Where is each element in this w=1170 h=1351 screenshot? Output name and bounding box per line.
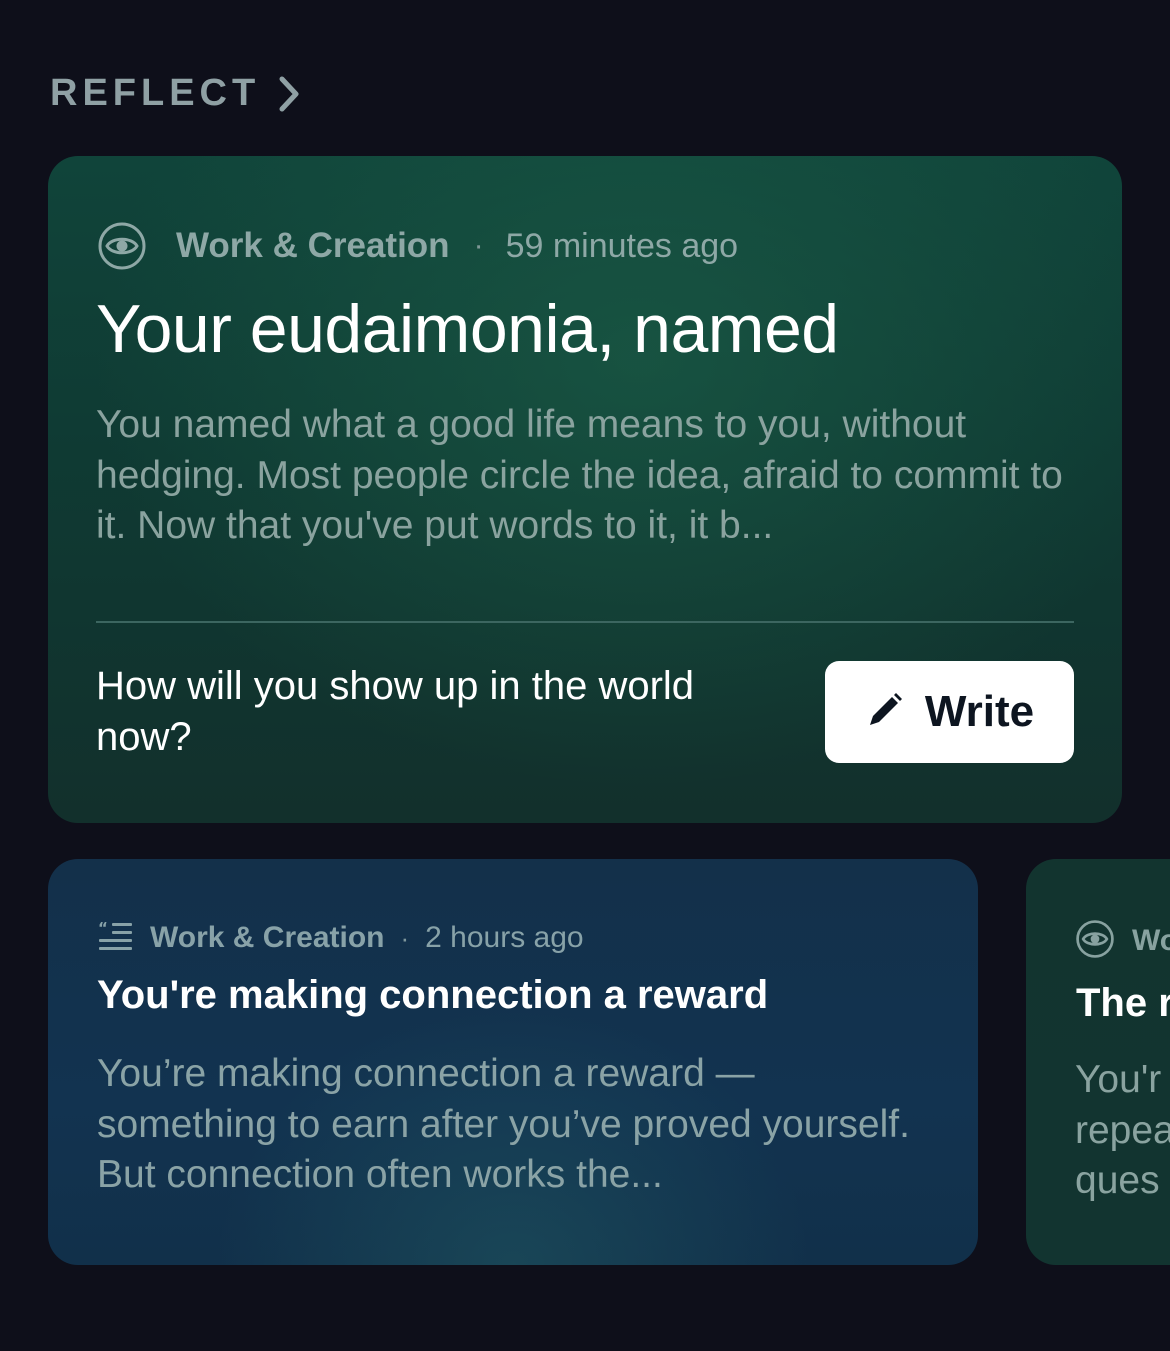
- featured-body: You named what a good life means to you,…: [96, 403, 1063, 547]
- card-timestamp: 2 hours ago: [425, 921, 584, 954]
- card-body: You’re making connection a reward — some…: [97, 1052, 910, 1196]
- card-title: The r: [1076, 981, 1170, 1025]
- card-meta: “ Work & Creation · 2 hours ago: [98, 917, 584, 959]
- reflect-page: REFLECT Work & Creation · 59 minutes ago…: [0, 0, 1170, 1351]
- featured-title: Your eudaimonia, named: [96, 291, 839, 367]
- card-title: You're making connection a reward: [97, 973, 769, 1017]
- meta-separator: ·: [400, 922, 410, 953]
- meta-separator: ·: [473, 229, 484, 262]
- featured-meta: Work & Creation · 59 minutes ago: [98, 222, 738, 270]
- featured-category: Work & Creation: [176, 226, 450, 265]
- section-title: REFLECT: [50, 72, 261, 114]
- chevron-right-icon: [278, 76, 300, 112]
- card-meta: Wo: [1076, 919, 1170, 963]
- eye-icon: [98, 222, 146, 270]
- write-button[interactable]: Write: [825, 661, 1074, 763]
- card-body: You'r repea ques: [1075, 1058, 1170, 1202]
- reflection-card[interactable]: Wo The r You'r repea ques: [1026, 859, 1170, 1265]
- card-category: Wo: [1132, 924, 1170, 957]
- svg-text:“: “: [98, 920, 108, 937]
- reflection-card[interactable]: “ Work & Creation · 2 hours ago You're m…: [48, 859, 978, 1265]
- reflection-prompt: How will you show up in the world now?: [96, 664, 695, 759]
- featured-reflection-card[interactable]: Work & Creation · 59 minutes ago Your eu…: [48, 156, 1122, 823]
- featured-timestamp: 59 minutes ago: [505, 226, 739, 265]
- pencil-icon: [865, 690, 905, 735]
- card-category: Work & Creation: [150, 921, 385, 954]
- reflect-section-header[interactable]: REFLECT: [50, 72, 300, 115]
- featured-divider: [96, 621, 1074, 623]
- quote-list-icon: “: [98, 919, 134, 957]
- eye-icon: [1076, 919, 1114, 963]
- write-button-label: Write: [924, 687, 1035, 736]
